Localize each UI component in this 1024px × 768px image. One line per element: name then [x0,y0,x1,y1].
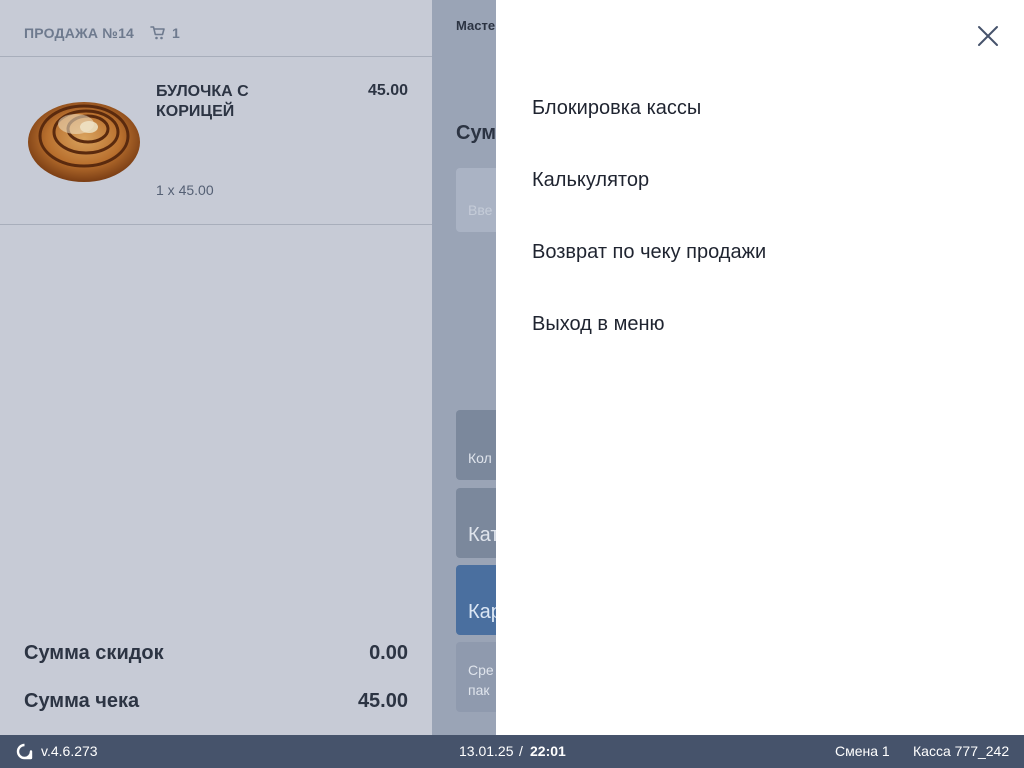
sale-title: ПРОДАЖА №14 [24,25,135,41]
status-date: 13.01.25 [459,743,514,759]
total-label: Сумма чека [24,690,140,712]
shift-indicator: Смена 1 [835,743,890,759]
means-payment-button[interactable]: Сре пак [456,642,496,712]
menu-item-exit-to-menu[interactable]: Выход в меню [532,313,665,336]
menu-item-lock-register[interactable]: Блокировка кассы [532,97,701,120]
sale-header: ПРОДАЖА №14 1 [24,24,180,42]
payment-column: Масте Сумм Вве Кол Кат Кар Сре пак [432,0,496,735]
close-icon[interactable] [976,24,1000,48]
status-time: 22:01 [530,743,566,759]
item-quantity: 1 x 45.00 [156,182,214,198]
app-logo-icon [16,743,33,760]
cart-indicator: 1 [150,25,180,41]
cinnamon-roll-image [28,102,140,182]
register-indicator: Касса 777_242 [913,743,1010,759]
catalog-button-label: Кат [468,524,496,546]
app-version: v.4.6.273 [41,743,98,759]
item-name: БУЛОЧКА С КОРИЦЕЙ [156,83,249,120]
means-button-line1: Сре [468,662,494,678]
cart-icon [150,26,165,40]
sum-label-partial: Сумм [456,122,496,144]
total-summary: Сумма чека 45.00 [24,690,408,713]
discount-summary: Сумма скидок 0.00 [24,642,408,665]
menu-item-calculator[interactable]: Калькулятор [532,169,649,192]
discount-label: Сумма скидок [24,642,164,664]
quantity-button-label: Кол [468,450,492,466]
quantity-button[interactable]: Кол [456,410,496,480]
amount-input-placeholder: Вве [468,202,493,218]
card-payment-button-label: Кар [468,601,496,623]
divider [0,224,432,225]
card-payment-button[interactable]: Кар [456,565,496,635]
receipt-panel: ПРОДАЖА №14 1 БУЛОЧКА С КОРИЦЕЙ 45.00 1 … [0,0,432,735]
catalog-button[interactable]: Кат [456,488,496,558]
status-bar: v.4.6.273 13.01.25 / 22:01 Смена 1 Касса… [0,735,1024,768]
status-separator: / [519,743,523,759]
discount-value: 0.00 [369,642,408,664]
divider [0,56,432,57]
means-button-line2: пак [468,682,490,698]
item-price: 45.00 [367,82,408,99]
amount-input[interactable]: Вве [456,168,496,232]
cart-count: 1 [172,25,181,41]
total-value: 45.00 [357,690,408,712]
menu-item-return-by-receipt[interactable]: Возврат по чеку продажи [532,241,766,264]
master-header-partial: Масте [456,18,496,33]
menu-drawer: Блокировка кассы Калькулятор Возврат по … [496,0,1024,735]
